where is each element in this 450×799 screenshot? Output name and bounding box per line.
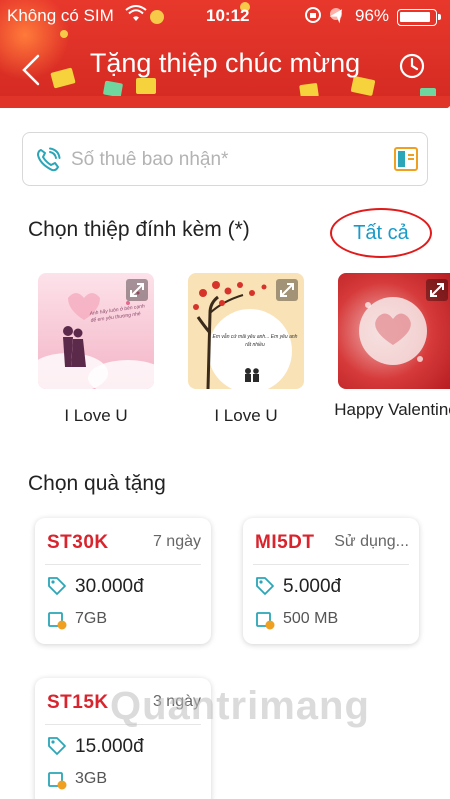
phone-icon [37, 147, 61, 172]
contacts-book-icon[interactable] [393, 146, 419, 172]
gift-data-volume: 7GB [75, 610, 108, 627]
status-bar: Không có SIM 10:12 96% [0, 4, 450, 28]
gift-duration: 7 ngày [152, 533, 201, 550]
battery-icon [397, 9, 441, 26]
gift-data-volume: 500 MB [283, 610, 339, 627]
gift-code: ST15K [47, 692, 109, 713]
watermark: Quantrimang [110, 684, 370, 728]
recipient-field[interactable] [22, 132, 428, 186]
page-title: Tặng thiệp chúc mừng [89, 48, 361, 78]
gift-price: 5.000đ [283, 576, 342, 597]
expand-icon[interactable] [126, 279, 148, 301]
gift-price: 30.000đ [75, 576, 144, 597]
gift-duration: Sử dụng... [334, 533, 409, 550]
envelope-decoration [136, 78, 156, 94]
clock: 10:12 [206, 6, 250, 25]
gift-package-card[interactable]: ST30K 7 ngày 30.000đ 7GB [35, 518, 211, 644]
price-tag-icon [48, 737, 66, 755]
carrier-label: Không có SIM [7, 6, 114, 25]
gift-code: MI5DT [255, 532, 315, 553]
price-tag-icon [256, 577, 274, 595]
gift-price: 15.000đ [75, 736, 144, 757]
greeting-card[interactable]: Em vẫn cứ mãi yêu anh... Em yêu anh rất … [188, 273, 304, 389]
price-tag-icon [48, 577, 66, 595]
decoration [60, 30, 68, 38]
orientation-lock-icon [305, 7, 343, 24]
expand-icon[interactable] [426, 279, 448, 301]
card-label: Happy Valentine [334, 400, 450, 419]
envelope-decoration [102, 80, 124, 98]
gift-data-volume: 3GB [75, 770, 108, 787]
recipient-input[interactable] [71, 143, 371, 177]
header: Không có SIM 10:12 96% Tặng thiệp chúc m… [0, 0, 450, 104]
data-package-icon [256, 612, 275, 630]
divider [45, 564, 201, 565]
wifi-icon [125, 5, 147, 21]
battery-percent: 96% [355, 6, 390, 25]
gifts-section-title: Chọn quà tặng [28, 472, 166, 495]
gift-package-card[interactable]: MI5DT Sử dụng... 5.000đ 500 MB [243, 518, 419, 644]
data-package-icon [48, 772, 67, 790]
gift-code: ST30K [47, 532, 109, 553]
card-message-text: Em vẫn cứ mãi yêu anh... Em yêu anh rất … [212, 334, 298, 348]
card-label: I Love U [214, 406, 278, 425]
greeting-card[interactable] [338, 273, 450, 389]
data-package-icon [48, 612, 67, 630]
greeting-card[interactable]: Anh hãy luôn ở bên cạnh để em yêu thương… [38, 273, 154, 389]
card-label: I Love U [64, 406, 128, 425]
expand-icon[interactable] [276, 279, 298, 301]
history-clock-icon[interactable] [398, 52, 426, 80]
see-all-link[interactable]: Tất cả [330, 208, 432, 258]
cards-section-title: Chọn thiệp đính kèm (*) [28, 218, 250, 241]
divider [253, 564, 409, 565]
